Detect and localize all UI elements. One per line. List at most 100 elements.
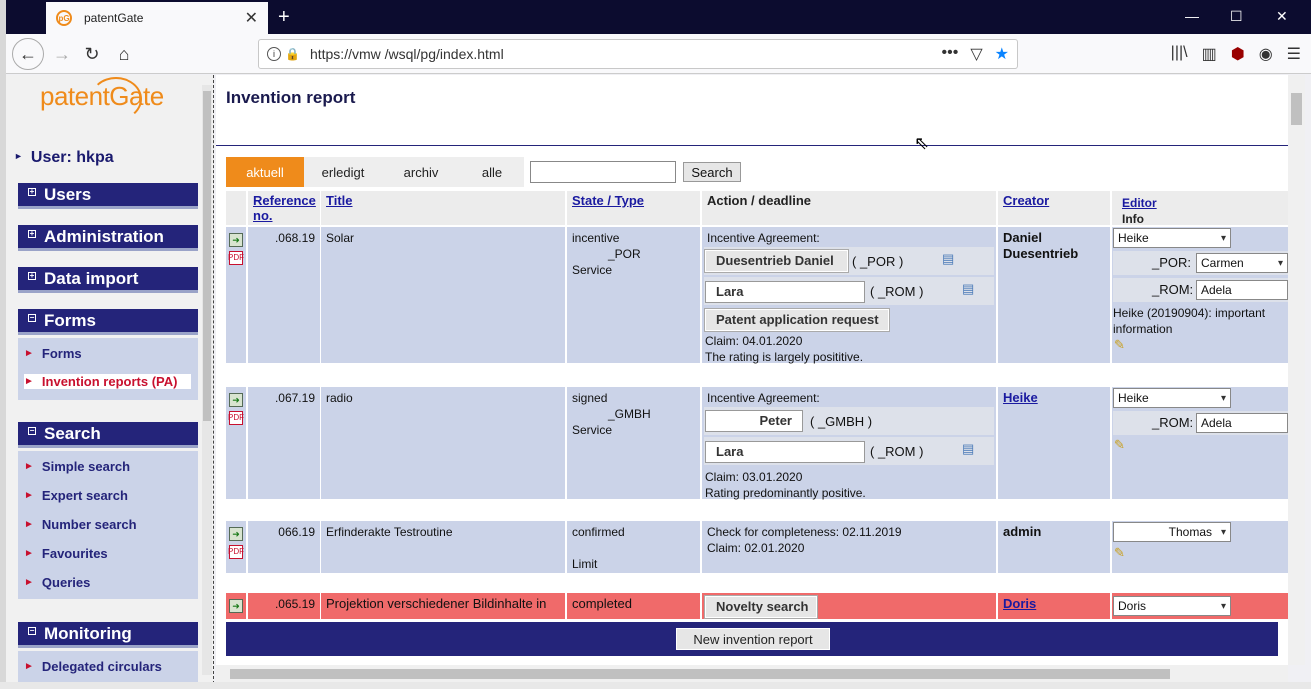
editor-select[interactable]: Thomas ▾	[1113, 522, 1231, 542]
section-administration[interactable]: + Administration	[18, 225, 198, 251]
document-icon[interactable]: ▤	[962, 441, 974, 457]
pdf-icon[interactable]: PDF	[228, 411, 244, 425]
open-record-icon[interactable]: ➜	[229, 599, 243, 613]
tab-archiv[interactable]: archiv	[382, 157, 460, 187]
sub-editor-input[interactable]: Adela	[1196, 280, 1288, 300]
editor-select[interactable]: Heike ▾	[1113, 228, 1231, 248]
creator-link[interactable]: Heike	[1003, 390, 1038, 405]
section-title: Forms	[44, 310, 96, 330]
info-icon[interactable]: i	[267, 47, 281, 61]
search-input[interactable]	[530, 161, 676, 183]
row4-creator: Doris	[998, 593, 1110, 619]
pdf-icon[interactable]: PDF	[228, 545, 244, 559]
close-tab-icon[interactable]: ✕	[245, 8, 258, 28]
tab-aktuell[interactable]: aktuell	[226, 157, 304, 187]
tab-alle[interactable]: alle	[460, 157, 524, 187]
approver2-org: ( _ROM )	[870, 444, 924, 459]
sub-editor-input[interactable]: Adela	[1196, 413, 1288, 433]
vertical-scrollbar[interactable]	[1288, 75, 1305, 665]
section-data-import[interactable]: + Data import	[18, 267, 198, 293]
browser-tab[interactable]: pG patentGate ✕	[46, 2, 268, 34]
maximize-icon[interactable]: ☐	[1230, 8, 1243, 25]
approver1-button[interactable]: Duesentrieb Daniel	[704, 249, 849, 273]
new-invention-report-button[interactable]: New invention report	[676, 628, 830, 650]
pencil-icon[interactable]: ✎	[1114, 337, 1125, 353]
row4-reference: .065.19	[248, 593, 320, 619]
creator-link[interactable]: Doris	[1003, 596, 1036, 611]
header-icons	[226, 191, 246, 225]
menu-item-expert-search[interactable]: ► Expert search	[24, 488, 128, 503]
menu-icon[interactable]: ☰	[1287, 44, 1301, 64]
forward-icon[interactable]: →	[50, 42, 74, 66]
account-icon[interactable]: ◉	[1259, 44, 1273, 64]
scrollbar-thumb[interactable]	[230, 669, 1170, 679]
sidebar-scrollbar[interactable]	[202, 85, 212, 675]
section-search[interactable]: − Search	[18, 422, 198, 448]
open-record-icon[interactable]: ➜	[229, 393, 243, 407]
header-info: Info	[1122, 212, 1144, 226]
tab-erledigt[interactable]: erledigt	[304, 157, 382, 187]
editor-select[interactable]: Doris ▾	[1113, 596, 1231, 616]
ublock-icon[interactable]: ⬢	[1231, 44, 1245, 64]
section-forms[interactable]: − Forms	[18, 309, 198, 335]
sidebar-icon[interactable]: ▥	[1202, 44, 1217, 64]
section-users[interactable]: + Users	[18, 183, 198, 209]
url-text[interactable]: https://vmw /wsql/pg/index.html	[310, 46, 504, 62]
header-reference[interactable]: Reference no.	[248, 191, 320, 225]
menu-item-number-search[interactable]: ► Number search	[24, 517, 137, 532]
menu-item-invention-reports[interactable]: ► Invention reports (PA)	[24, 374, 192, 389]
menu-item-queries[interactable]: ► Queries	[24, 575, 90, 590]
lock-icon[interactable]: 🔒	[285, 47, 300, 61]
section-monitoring[interactable]: − Monitoring	[18, 622, 198, 648]
pdf-icon[interactable]: PDF	[228, 251, 244, 265]
pencil-icon[interactable]: ✎	[1114, 437, 1125, 453]
header-creator[interactable]: Creator	[998, 191, 1110, 225]
open-record-icon[interactable]: ➜	[229, 527, 243, 541]
back-icon[interactable]: ←	[12, 38, 44, 70]
pencil-icon[interactable]: ✎	[1114, 545, 1125, 561]
chevron-down-icon: ▾	[1220, 601, 1226, 612]
scrollbar-thumb[interactable]	[203, 91, 211, 421]
new-tab-icon[interactable]: +	[278, 6, 290, 29]
open-record-icon[interactable]: ➜	[229, 233, 243, 247]
reload-icon[interactable]: ↻	[80, 42, 104, 66]
search-button[interactable]: Search	[683, 162, 741, 182]
menu-item-label: Queries	[41, 575, 91, 590]
rating-note: The rating is largely posititive.	[705, 350, 864, 364]
horizontal-scrollbar[interactable]	[216, 665, 1288, 682]
menu-item-delegated-circulars[interactable]: ► Delegated circulars	[24, 659, 162, 674]
pocket-icon[interactable]: ▽	[970, 44, 982, 64]
more-icon[interactable]: •••	[942, 44, 959, 64]
menu-item-forms[interactable]: ► Forms	[24, 346, 82, 361]
sub-editor-select[interactable]: Carmen ▾	[1196, 253, 1288, 273]
approver2-field[interactable]: Lara	[705, 281, 865, 303]
row2-title: radio	[321, 387, 565, 499]
novelty-search-button[interactable]: Novelty search	[704, 595, 818, 619]
select-value: Doris	[1118, 599, 1147, 613]
url-bar[interactable]: i 🔒 https://vmw /wsql/pg/index.html ••• …	[258, 39, 1018, 69]
logo-arc-icon	[90, 77, 142, 121]
home-icon[interactable]: ⌂	[112, 42, 136, 66]
row3-action: Check for completeness: 02.11.2019 Claim…	[702, 521, 996, 573]
menu-item-favourites[interactable]: ► Favourites	[24, 546, 108, 561]
chevron-down-icon: ▾	[1277, 258, 1283, 269]
approver2-field[interactable]: Lara	[705, 441, 865, 463]
window-close-icon[interactable]: ✕	[1276, 8, 1288, 25]
patent-application-request-button[interactable]: Patent application request	[704, 308, 890, 332]
header-title[interactable]: Title	[321, 191, 565, 225]
document-icon[interactable]: ▤	[942, 251, 954, 267]
scrollbar-thumb[interactable]	[1291, 93, 1302, 125]
bookmark-star-icon[interactable]: ★	[995, 44, 1009, 64]
approver1-field[interactable]: Peter	[705, 410, 803, 432]
state-org: _GMBH	[608, 407, 651, 421]
document-icon[interactable]: ▤	[962, 281, 974, 297]
menu-item-simple-search[interactable]: ► Simple search	[24, 459, 130, 474]
header-editor[interactable]: Editor	[1122, 195, 1288, 211]
header-state-type[interactable]: State / Type	[567, 191, 700, 225]
editor-select[interactable]: Heike ▾	[1113, 388, 1231, 408]
library-icon[interactable]: |||\	[1171, 44, 1188, 64]
row4-editor: Doris ▾	[1112, 593, 1288, 619]
bullet-icon: ►	[24, 577, 34, 588]
minimize-icon[interactable]: —	[1185, 8, 1199, 24]
select-value: Adela	[1201, 283, 1232, 297]
